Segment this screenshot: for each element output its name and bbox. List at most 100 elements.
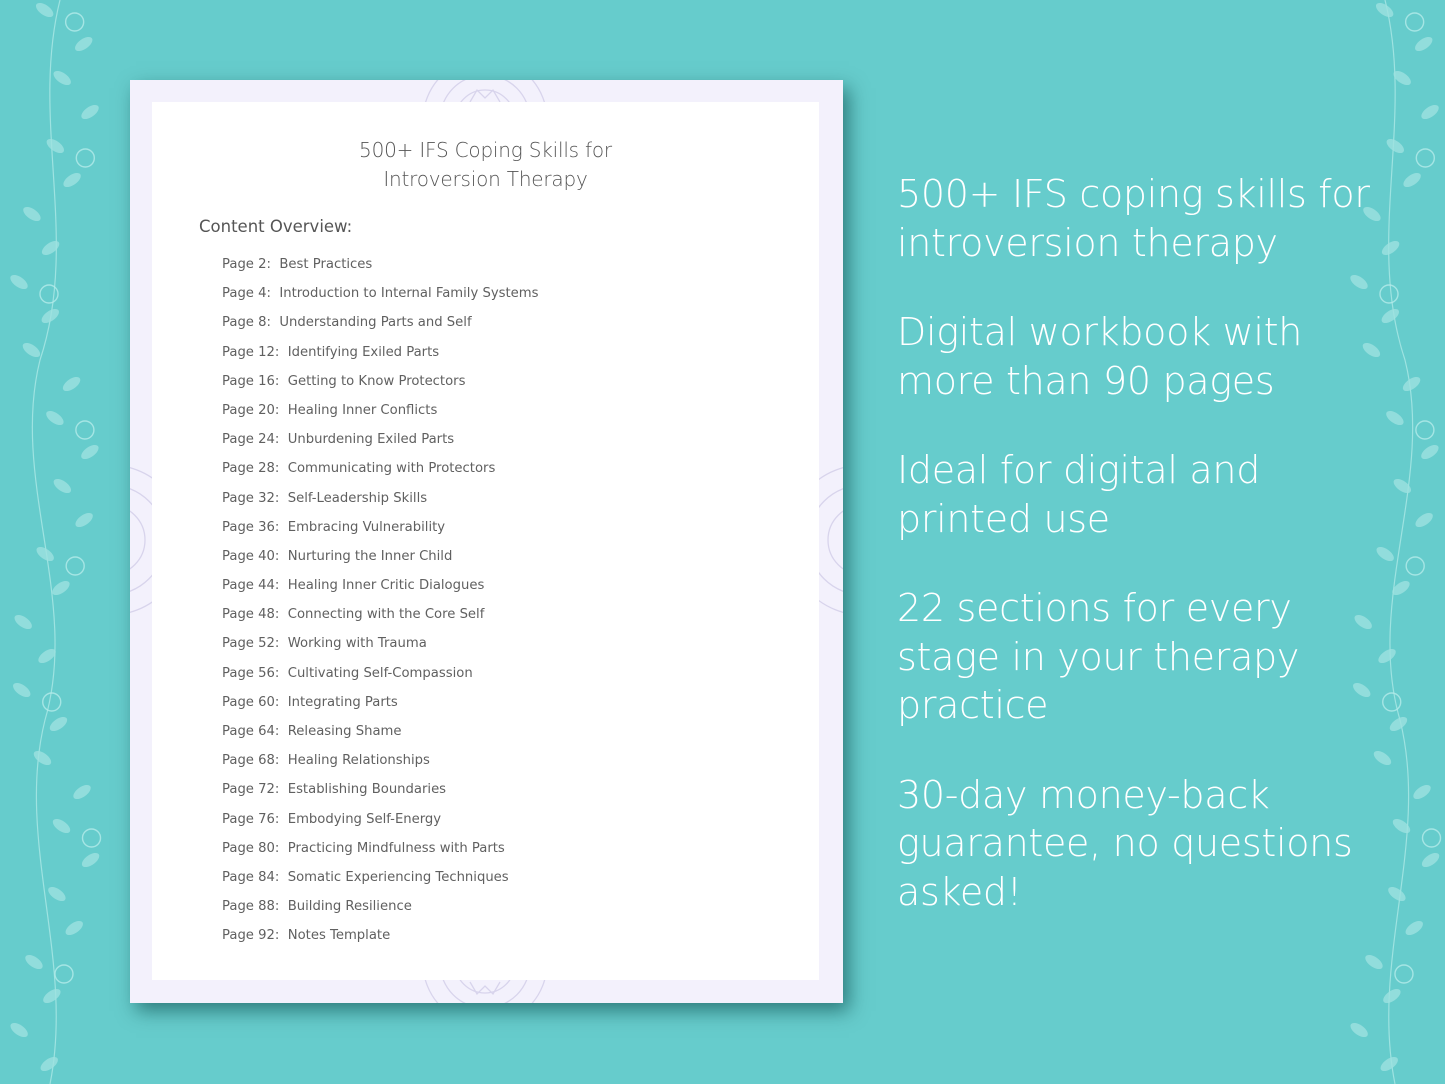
content-overview-heading: Content Overview: xyxy=(199,217,353,236)
toc-page-number: Page 12: xyxy=(222,344,280,360)
leaf-shape xyxy=(46,138,64,154)
toc-section-title: Understanding Parts and Self xyxy=(279,315,472,331)
leaf-shape xyxy=(1413,784,1431,800)
toc-section-title: Connecting with the Core Self xyxy=(287,607,485,623)
leaf-shape xyxy=(73,784,91,800)
toc-entry: Page 52: Working with Trauma xyxy=(222,634,539,663)
feature-list: 500+ IFS coping skills for introversion … xyxy=(897,170,1377,957)
flower-shape xyxy=(1379,284,1399,304)
toc-entry: Page 44: Healing Inner Critic Dialogues xyxy=(222,576,539,605)
toc-entry: Page 20: Healing Inner Conflicts xyxy=(222,401,539,430)
leaf-shape xyxy=(1421,104,1439,120)
toc-page-number: Page 88: xyxy=(222,899,280,915)
feature-point: Digital workbook with more than 90 pages xyxy=(897,310,1302,403)
toc-section-title: Building Resilience xyxy=(287,899,412,915)
toc-section-title: Healing Relationships xyxy=(287,753,430,769)
leaf-shape xyxy=(1393,478,1412,494)
toc-section-title: Embodying Self-Energy xyxy=(287,811,442,827)
floral-vine-left-decoration xyxy=(10,0,102,1084)
flower-shape xyxy=(65,556,85,576)
leaf-shape xyxy=(1421,444,1439,460)
toc-entry: Page 68: Healing Relationships xyxy=(222,751,539,780)
feature-point: Ideal for digital and printed use xyxy=(897,448,1261,541)
toc-page-number: Page 48: xyxy=(222,607,280,623)
toc-page-number: Page 24: xyxy=(222,432,280,448)
toc-section-title: Best Practices xyxy=(279,257,373,272)
toc-page-number: Page 36: xyxy=(222,519,280,535)
toc-section-title: Healing Inner Critic Dialogues xyxy=(287,578,485,594)
toc-entry: Page 28: Communicating with Protectors xyxy=(222,459,539,488)
leaf-shape xyxy=(63,172,81,188)
flower-shape xyxy=(39,284,59,304)
flower-shape xyxy=(42,692,62,712)
leaf-shape xyxy=(1402,376,1421,392)
toc-entry: Page 84: Somatic Experiencing Techniques xyxy=(222,868,539,897)
flower-shape xyxy=(1404,12,1425,32)
toc-section-title: Integrating Parts xyxy=(287,694,398,710)
leaf-shape xyxy=(14,614,32,630)
toc-page-number: Page 60: xyxy=(222,694,280,710)
toc-page-number: Page 16: xyxy=(222,373,280,389)
toc-section-title: Getting to Know Protectors xyxy=(287,373,466,389)
leaf-shape xyxy=(1415,512,1433,528)
toc-entry: Page 4: Introduction to Internal Family … xyxy=(222,284,539,313)
leaf-shape xyxy=(1383,988,1401,1004)
leaf-shape xyxy=(65,920,83,936)
flower-shape xyxy=(75,148,96,168)
leaf-shape xyxy=(81,444,99,460)
toc-entry: Page 48: Connecting with the Core Self xyxy=(222,605,539,634)
feature-point: 22 sections for every stage in your ther… xyxy=(897,586,1300,727)
leaf-shape xyxy=(1388,886,1406,902)
toc-section-title: Notes Template xyxy=(287,928,391,944)
flower-shape xyxy=(1421,828,1442,848)
leaf-shape xyxy=(1389,716,1408,732)
toc-entry: Page 36: Embracing Vulnerability xyxy=(222,518,539,547)
leaf-shape xyxy=(1386,138,1404,154)
leaf-shape xyxy=(1378,648,1396,664)
feature-point: 30-day money-back guarantee, no question… xyxy=(897,772,1353,914)
mandala-right-decoration xyxy=(819,467,843,613)
toc-page-number: Page 56: xyxy=(222,665,280,681)
leaf-shape xyxy=(41,308,59,324)
toc-page-number: Page 80: xyxy=(222,840,280,856)
leaf-shape xyxy=(1381,308,1399,324)
toc-section-title: Embracing Vulnerability xyxy=(287,519,446,535)
toc-section-title: Establishing Boundaries xyxy=(287,782,447,798)
leaf-shape xyxy=(22,342,41,358)
toc-section-title: Unburdening Exiled Parts xyxy=(287,432,455,448)
toc-section-title: Identifying Exiled Parts xyxy=(287,344,440,360)
mandala-top-decoration xyxy=(425,80,545,102)
toc-section-title: Working with Trauma xyxy=(287,636,427,652)
leaf-shape xyxy=(1380,1056,1398,1072)
toc-entry: Page 92: Notes Template xyxy=(222,926,539,955)
toc-page-number: Page 52: xyxy=(222,636,280,652)
flower-shape xyxy=(54,964,74,984)
leaf-shape xyxy=(35,2,54,18)
toc-page-number: Page 32: xyxy=(222,490,280,506)
document-title: 500+ IFS Coping Skills for Introversion … xyxy=(152,136,819,194)
toc-entry: Page 88: Building Resilience xyxy=(222,897,539,926)
flower-shape xyxy=(1415,420,1435,440)
toc-page-number: Page 92: xyxy=(222,928,280,944)
toc-page-number: Page 8: xyxy=(222,315,271,331)
toc-section-title: Introduction to Internal Family Systems xyxy=(279,286,539,302)
flower-shape xyxy=(64,12,85,32)
toc-section-title: Somatic Experiencing Techniques xyxy=(287,869,509,885)
toc-entry: Page 72: Establishing Boundaries xyxy=(222,780,539,809)
leaf-shape xyxy=(1415,36,1433,52)
flower-shape xyxy=(1405,556,1425,576)
toc-section-title: Releasing Shame xyxy=(287,724,402,739)
leaf-shape xyxy=(52,580,70,596)
feature-point: 500+ IFS coping skills for introversion … xyxy=(897,172,1370,265)
toc-section-title: Nurturing the Inner Child xyxy=(287,548,453,564)
leaf-shape xyxy=(41,240,60,256)
leaf-shape xyxy=(49,716,68,732)
flower-shape xyxy=(1394,964,1414,984)
toc-entry: Page 80: Practicing Mindfulness with Par… xyxy=(222,839,539,868)
toc-section-title: Healing Inner Conflicts xyxy=(287,402,438,418)
toc-page-number: Page 40: xyxy=(222,548,280,564)
leaf-shape xyxy=(1381,240,1400,256)
toc-entry: Page 2: Best Practices xyxy=(222,255,539,284)
leaf-shape xyxy=(1350,1022,1368,1038)
leaf-shape xyxy=(62,376,81,392)
